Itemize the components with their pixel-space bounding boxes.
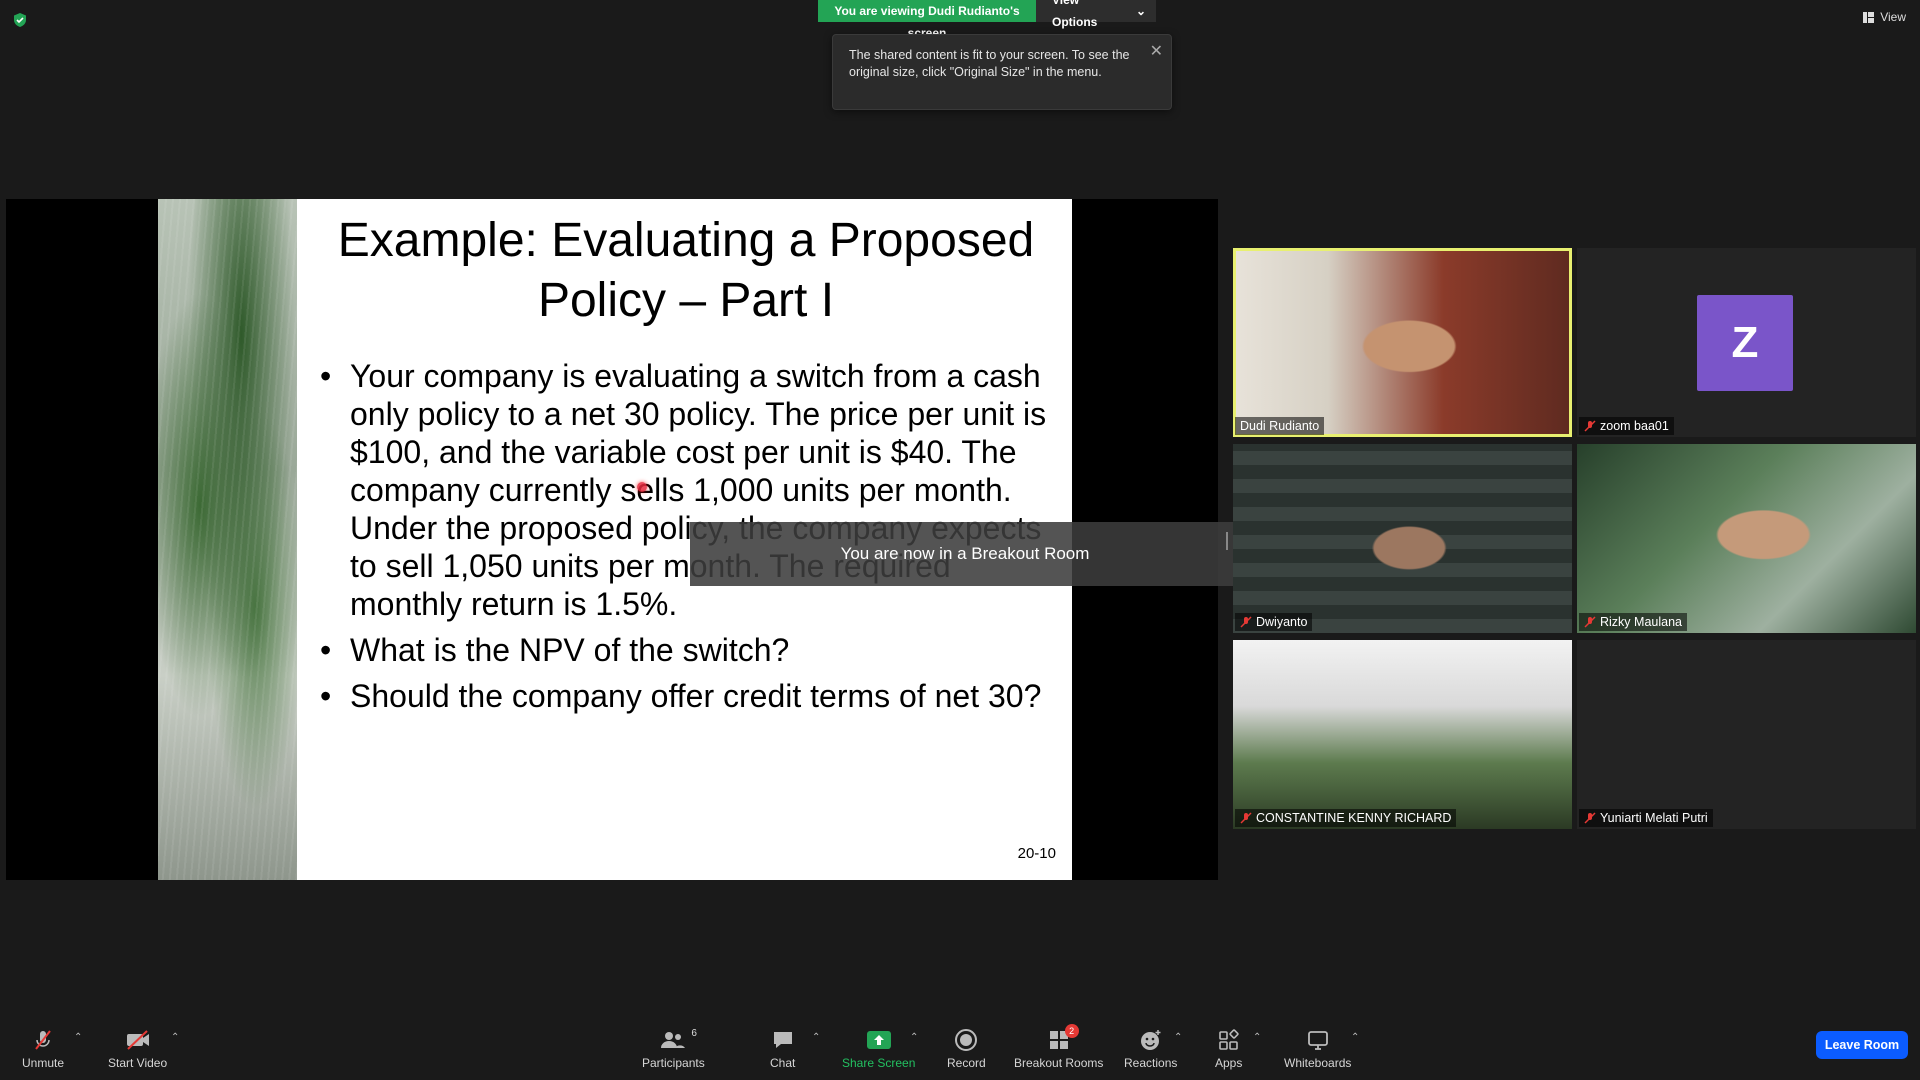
participant-tile[interactable]: Dudi Rudianto <box>1233 248 1572 437</box>
breakout-count-badge: 2 <box>1064 1024 1079 1038</box>
muted-mic-icon <box>1584 420 1596 432</box>
whiteboard-icon <box>1307 1031 1328 1050</box>
whiteboards-button[interactable]: Whiteboards <box>1284 1026 1351 1070</box>
whiteboards-label: Whiteboards <box>1284 1056 1352 1070</box>
muted-mic-icon <box>35 1030 51 1050</box>
muted-mic-icon <box>1240 616 1252 628</box>
breakout-rooms-label: Breakout Rooms <box>1014 1056 1104 1070</box>
avatar: Z <box>1697 295 1793 391</box>
participant-name: Yuniarti Melati Putri <box>1600 811 1708 825</box>
participant-tile[interactable]: Yuniarti Melati Putri <box>1577 640 1916 829</box>
slide-page-number: 20-10 <box>1017 845 1056 862</box>
unmute-label: Unmute <box>22 1056 65 1070</box>
meeting-toolbar: Unmute ⌃ Start Video ⌃ 6 Participants Ch… <box>0 1018 1920 1080</box>
participant-name-label: Yuniarti Melati Putri <box>1579 809 1713 827</box>
participants-button[interactable]: 6 Participants <box>642 1026 705 1070</box>
participant-name-label: CONSTANTINE KENNY RICHARD <box>1235 809 1457 827</box>
unmute-button[interactable]: Unmute <box>22 1026 64 1070</box>
chevron-up-icon[interactable]: ⌃ <box>171 1032 179 1043</box>
view-button[interactable]: View <box>1863 10 1906 24</box>
leave-room-button[interactable]: Leave Room <box>1816 1031 1908 1059</box>
muted-mic-icon <box>1584 616 1596 628</box>
close-icon[interactable]: ✕ <box>1150 41 1163 61</box>
screen-share-banner: You are viewing Dudi Rudianto's screen V… <box>818 0 1156 40</box>
participant-name: Dwiyanto <box>1256 615 1308 629</box>
view-label: View <box>1880 10 1906 24</box>
fit-to-screen-tooltip: The shared content is fit to your screen… <box>832 34 1172 110</box>
participant-name-label: zoom baa01 <box>1579 417 1674 435</box>
participant-name-label: Rizky Maulana <box>1579 613 1687 631</box>
participant-tile[interactable]: Z zoom baa01 <box>1577 248 1916 437</box>
chevron-up-icon[interactable]: ⌃ <box>1351 1032 1359 1043</box>
viewing-screen-label: You are viewing Dudi Rudianto's screen <box>818 0 1036 40</box>
chevron-up-icon[interactable]: ⌃ <box>910 1032 918 1043</box>
chevron-up-icon[interactable]: ⌃ <box>1174 1032 1182 1043</box>
laser-pointer-icon <box>637 482 647 492</box>
chat-label: Chat <box>770 1056 796 1070</box>
participants-icon <box>661 1032 686 1048</box>
start-video-button[interactable]: Start Video <box>108 1026 167 1070</box>
participant-tile[interactable]: Dwiyanto <box>1233 444 1572 633</box>
participant-tile[interactable]: CONSTANTINE KENNY RICHARD <box>1233 640 1572 829</box>
share-screen-label: Share Screen <box>842 1056 916 1070</box>
chevron-up-icon[interactable]: ⌃ <box>1253 1032 1261 1043</box>
participant-name-label: Dwiyanto <box>1235 613 1313 631</box>
participants-count: 6 <box>691 1028 697 1039</box>
share-screen-icon <box>866 1031 891 1049</box>
apps-label: Apps <box>1215 1056 1243 1070</box>
chat-icon <box>773 1032 792 1048</box>
participants-label: Participants <box>642 1056 705 1070</box>
chat-button[interactable]: Chat <box>770 1026 795 1070</box>
participant-name: Dudi Rudianto <box>1240 419 1320 433</box>
record-icon <box>955 1029 978 1051</box>
security-shield-icon[interactable] <box>12 12 28 28</box>
share-screen-button[interactable]: Share Screen <box>842 1026 915 1070</box>
slide-bullet: Should the company offer credit terms of… <box>320 677 1070 715</box>
breakout-toast-text: You are now in a Breakout Room <box>840 544 1090 563</box>
reactions-button[interactable]: Reactions <box>1124 1026 1177 1070</box>
reactions-label: Reactions <box>1124 1056 1178 1070</box>
record-label: Record <box>947 1056 986 1070</box>
view-options-label: View Options <box>1052 0 1098 29</box>
participant-tile[interactable]: Rizky Maulana <box>1577 444 1916 633</box>
breakout-rooms-button[interactable]: 2 Breakout Rooms <box>1014 1024 1104 1070</box>
slide-rain-photo <box>158 199 297 880</box>
view-options-button[interactable]: View Options ⌄ <box>1036 0 1156 29</box>
participant-name-label: Dudi Rudianto <box>1235 417 1325 435</box>
reactions-icon <box>1140 1030 1161 1050</box>
chevron-up-icon[interactable]: ⌃ <box>74 1032 82 1043</box>
chevron-down-icon: ⌄ <box>1135 4 1146 18</box>
participant-name: Rizky Maulana <box>1600 615 1682 629</box>
tooltip-text: The shared content is fit to your screen… <box>849 48 1130 79</box>
record-button[interactable]: Record <box>947 1026 986 1070</box>
muted-mic-icon <box>1240 812 1252 824</box>
apps-icon <box>1218 1029 1239 1050</box>
participant-name: zoom baa01 <box>1600 419 1669 433</box>
slide-title: Example: Evaluating a Proposed Policy – … <box>337 214 1035 327</box>
video-off-icon <box>126 1030 149 1050</box>
slide-bullet: What is the NPV of the switch? <box>320 631 1070 669</box>
breakout-room-toast: You are now in a Breakout Room <box>690 522 1240 586</box>
muted-mic-icon <box>1584 812 1596 824</box>
start-video-label: Start Video <box>108 1056 168 1070</box>
apps-button[interactable]: Apps <box>1215 1026 1242 1070</box>
chevron-up-icon[interactable]: ⌃ <box>812 1032 820 1043</box>
toast-drag-handle[interactable] <box>1226 532 1228 550</box>
grid-view-icon <box>1863 11 1875 23</box>
participant-name: CONSTANTINE KENNY RICHARD <box>1256 811 1452 825</box>
